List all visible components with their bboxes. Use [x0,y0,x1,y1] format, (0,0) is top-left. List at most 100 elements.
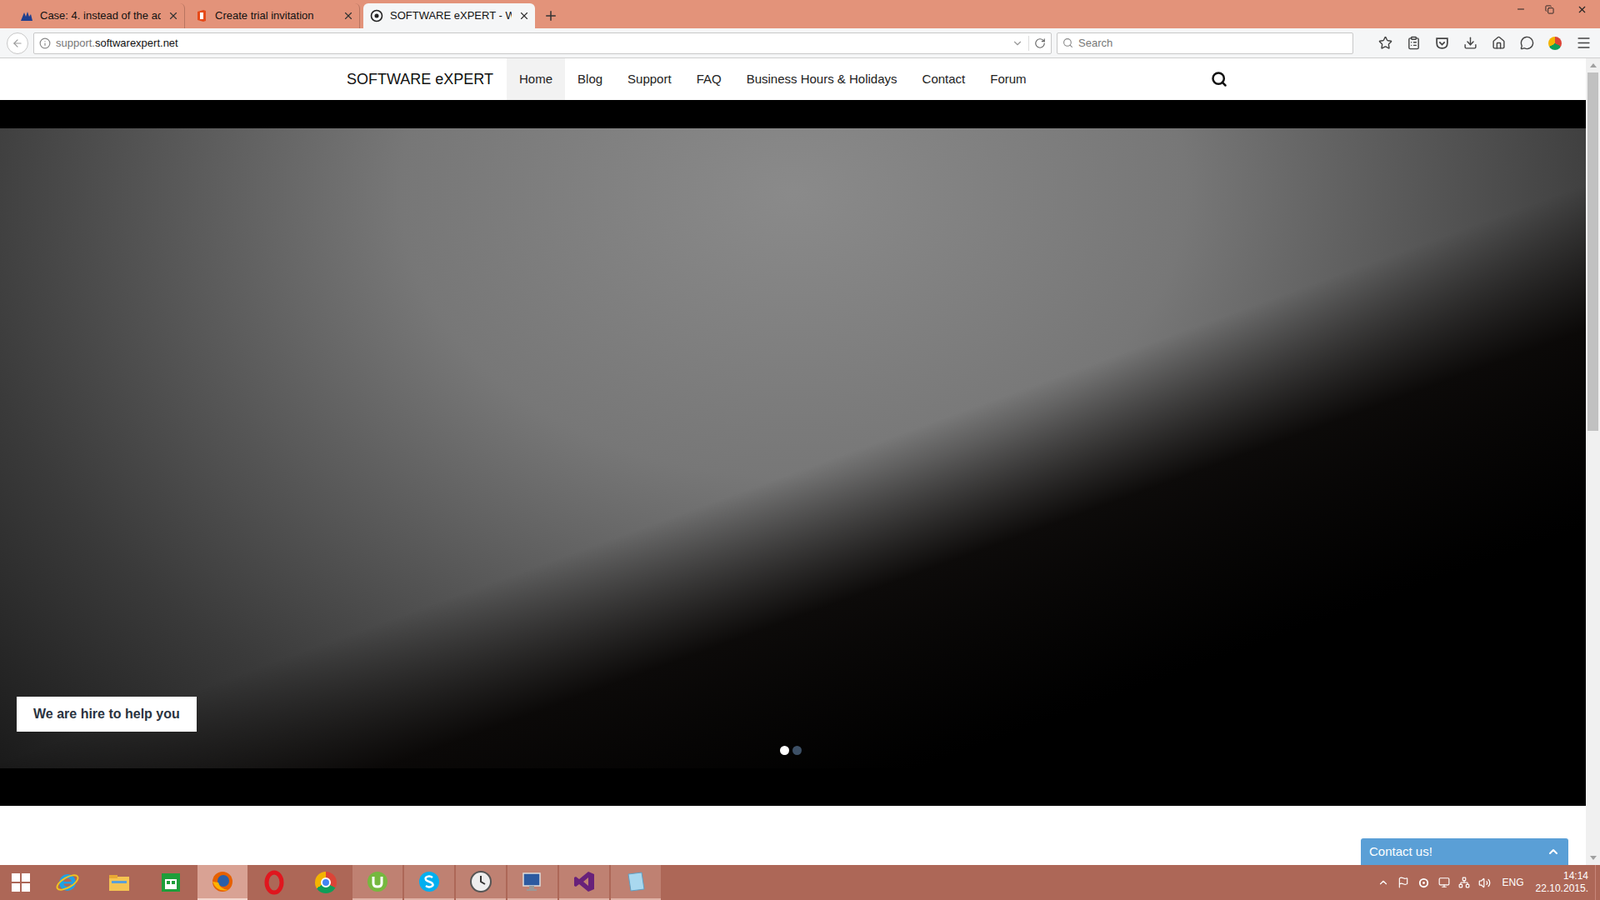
taskbar-app[interactable] [404,865,455,900]
minimize-button[interactable] [1506,0,1535,19]
site-logo-icon [370,9,384,23]
site-info-icon[interactable] [39,37,51,50]
nav-item[interactable]: Home [506,58,565,100]
contact-widget[interactable]: Contact us! [1360,838,1569,865]
download-icon[interactable] [1463,35,1478,50]
display-icon[interactable] [1438,876,1450,889]
browser-tab[interactable]: Create trial invitation [188,3,360,29]
taskbar-app[interactable] [352,865,403,900]
clock-app-icon [468,869,494,895]
network-icon[interactable] [1458,876,1470,889]
show-desktop-button[interactable] [1595,865,1600,900]
close-window-button[interactable] [1563,0,1600,19]
clock[interactable]: 14:1422.10.2015. [1535,870,1589,895]
expand-chevron-icon [1546,845,1560,859]
clock-time: 14:14 [1563,870,1589,883]
taskbar-app[interactable] [507,865,558,900]
browser-tab[interactable]: SOFTWARE eXPERT - Wel… [363,3,535,29]
input-language[interactable]: ENG [1499,875,1528,890]
plus-icon [543,8,559,24]
restore-icon [1545,5,1555,15]
remote-app-icon [520,869,545,895]
office-logo-icon [195,9,209,23]
tab-title: Case: 4. instead of the adv… [40,7,161,25]
browser-tab[interactable]: Case: 4. instead of the adv… [13,3,185,29]
hero-caption: We are hire to help you [16,696,197,732]
scrollbar-thumb[interactable] [1587,72,1599,431]
search-icon [1062,37,1074,49]
home-icon[interactable] [1491,35,1506,50]
start-button[interactable] [0,865,42,900]
minimize-icon [1515,4,1526,15]
tab-title: SOFTWARE eXPERT - Wel… [390,7,512,25]
hero-slider: We are hire to help you [0,128,1586,769]
taskbar-app[interactable] [249,865,300,900]
back-arrow-icon [11,37,24,50]
nav-item[interactable]: Business Hours & Holidays [734,58,910,100]
close-tab-icon[interactable] [167,10,180,22]
chrome-app-icon [315,871,337,894]
new-tab-button[interactable] [538,3,564,29]
opera-app-icon [261,870,287,895]
notes-app-icon [623,869,649,895]
site-brand[interactable]: SOFTWARE eXPERT [346,58,494,100]
window-controls [1506,0,1600,19]
firefox-app-icon [210,869,235,895]
taskbar-app[interactable] [94,865,145,900]
scroll-down-icon[interactable] [1590,855,1597,860]
nav-item[interactable]: Blog [565,58,615,100]
taskbar-app[interactable] [559,865,610,900]
explorer-app-icon [106,870,132,895]
crm-logo-icon [20,9,34,23]
nav-item[interactable]: Support [615,58,685,100]
addon-icon[interactable] [1548,36,1562,50]
windows-logo-icon [11,873,30,892]
tab-strip: Case: 4. instead of the adv… Create trial… [0,0,1600,29]
close-window-icon [1576,4,1588,15]
scroll-up-icon[interactable] [1590,63,1597,68]
viewport: SOFTWARE eXPERT HomeBlogSupportFAQBusines… [0,58,1600,865]
close-tab-icon[interactable] [342,10,355,22]
taskbar-app[interactable] [610,865,661,900]
pocket-icon[interactable] [1435,35,1450,50]
nav-item[interactable]: Forum [977,58,1039,100]
carousel-dot[interactable] [780,745,790,755]
taskbar-app[interactable] [42,865,93,900]
taskbar-app[interactable] [197,865,248,900]
action-center-flag-icon[interactable] [1397,876,1410,889]
desktop: Case: 4. instead of the adv… Create trial… [0,0,1600,900]
url-text: support.softwarexpert.net [55,35,1007,52]
nav-toolbar: support.softwarexpert.net Search [0,28,1600,59]
carousel-dots [780,745,802,755]
toolbar-icons [1378,35,1592,51]
taskbar-app[interactable] [455,865,506,900]
history-dropdown-icon[interactable] [1011,37,1024,50]
url-bar[interactable]: support.softwarexpert.net [33,32,1052,55]
search-bar[interactable]: Search [1056,32,1354,55]
vs-app-icon [571,869,597,895]
menu-icon[interactable] [1575,35,1592,51]
ie-app-icon [55,870,80,895]
taskbar-app[interactable] [145,865,196,900]
taskbar: ENG 14:1422.10.2015. [0,865,1600,900]
hello-chat-icon[interactable] [1520,35,1535,50]
taskbar-app[interactable] [300,865,351,900]
contact-widget-label: Contact us! [1369,842,1433,862]
site-search-button[interactable] [1210,58,1228,100]
reload-icon[interactable] [1034,37,1046,50]
show-hidden-icons-icon[interactable] [1377,876,1390,889]
bookmark-star-icon[interactable] [1378,35,1393,50]
system-tray: ENG 14:1422.10.2015. [1377,865,1595,900]
clock-date: 22.10.2015. [1535,882,1589,895]
magnifier-icon [1210,70,1228,88]
close-tab-icon[interactable] [518,10,530,22]
restore-button[interactable] [1535,0,1564,19]
nav-item[interactable]: FAQ [684,58,735,100]
volume-icon[interactable] [1478,876,1491,890]
carousel-dot[interactable] [792,745,802,755]
nav-item[interactable]: Contact [910,58,979,100]
scrollbar[interactable] [1585,58,1600,865]
bookmarks-list-icon[interactable] [1406,35,1421,50]
back-button[interactable] [6,32,29,55]
sync-app-icon[interactable] [1417,876,1430,890]
